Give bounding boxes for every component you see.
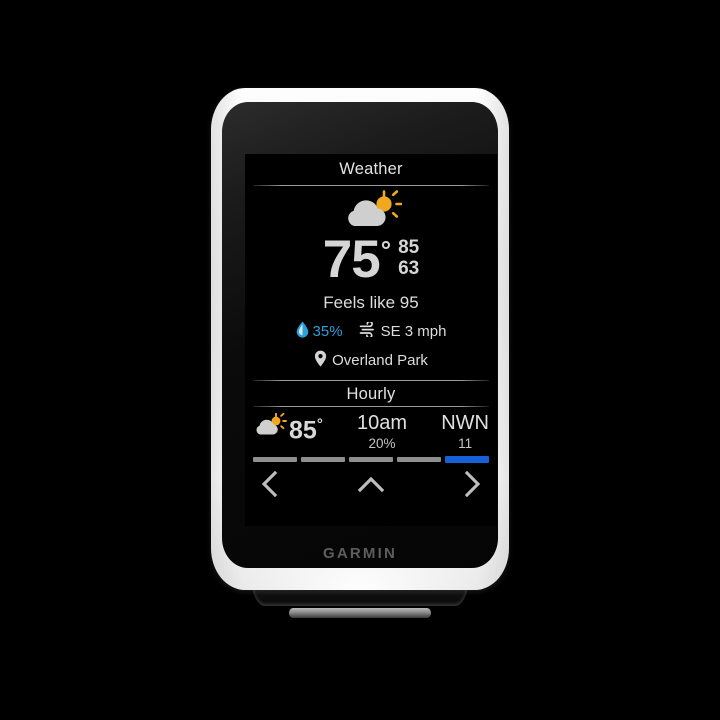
navigation-bar [245,463,497,503]
hourly-temp-group: 85° [253,411,323,444]
hourly-precip: 20% [368,436,396,451]
low-temperature: 63 [398,258,420,279]
hourly-title: Hourly [346,385,396,403]
partly-cloudy-icon [340,189,403,235]
partly-cloudy-small-icon [253,413,287,442]
device-base-lip [289,608,431,618]
wind-icon [359,320,377,341]
chevron-left-icon[interactable] [259,470,281,502]
page-segment[interactable] [397,457,441,462]
high-temperature: 85 [398,237,420,258]
hourly-wind-speed: 11 [458,436,473,451]
hourly-section-header: Hourly [245,381,497,406]
feels-like-text: Feels like 95 [323,293,419,312]
hourly-temperature: 85° [289,416,323,445]
chevron-up-icon[interactable] [357,473,385,500]
weather-condition-row [245,186,497,232]
humidity-value: 35% [312,322,343,340]
hourly-wind-group: NWN 11 [441,411,489,452]
weather-section-header: Weather [245,154,497,180]
device-display: Weather 75 ° 85 63 Feels like 95 35% SE … [245,154,497,526]
hourly-section: Hourly 85° 10am 20% NWN 11 [245,380,497,455]
screenshot-canvas: Weather 75 ° 85 63 Feels like 95 35% SE … [0,0,720,720]
garmin-wordmark: GARMIN [322,545,398,562]
humidity-metric: 35% [296,321,343,342]
hourly-time: 10am [357,412,408,434]
map-pin-icon [314,350,327,371]
page-segment-active[interactable] [445,456,489,463]
temperature-row: 75 ° 85 63 [245,230,497,289]
high-low-block: 85 63 [398,237,419,279]
chevron-right-icon[interactable] [461,470,483,502]
location-name: Overland Park [332,351,428,369]
hourly-time-group: 10am 20% [357,411,407,452]
weather-metrics-row: 35% SE 3 mph [245,320,497,342]
location-row: Overland Park [245,349,497,371]
wind-value: SE 3 mph [380,322,447,340]
current-temperature: 75 [322,230,381,289]
garmin-edge-device: Weather 75 ° 85 63 Feels like 95 35% SE … [211,88,509,618]
page-segment[interactable] [349,457,393,462]
device-glass: Weather 75 ° 85 63 Feels like 95 35% SE … [222,102,498,568]
hourly-wind-direction: NWN [441,412,489,434]
water-drop-icon [296,321,309,342]
page-segment[interactable] [253,457,297,462]
page-segment[interactable] [301,457,345,462]
hourly-forecast-row[interactable]: 85° 10am 20% NWN 11 [245,407,497,455]
degree-symbol: ° [380,235,392,265]
wind-metric: SE 3 mph [359,320,447,341]
weather-title: Weather [339,160,403,178]
